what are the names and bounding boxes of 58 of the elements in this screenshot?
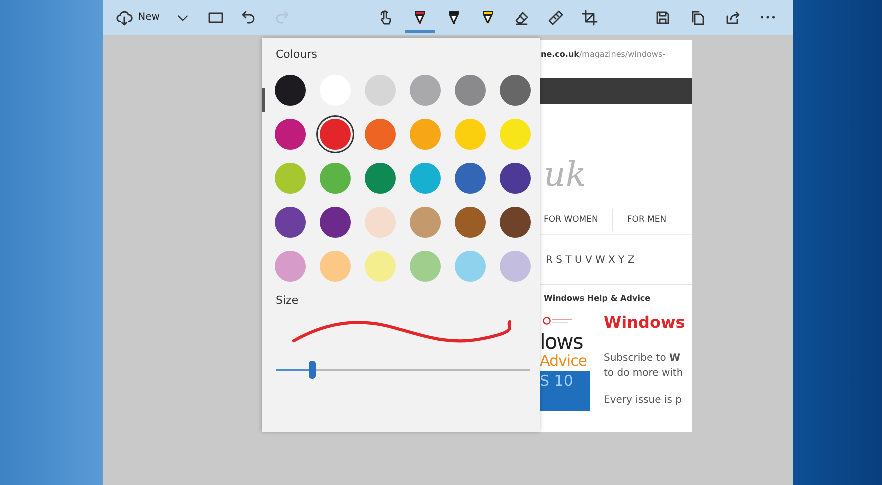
nav-link[interactable]: FOR WOMEN [544,215,598,225]
redo-icon [274,10,290,26]
cover-subtitle: Advice [540,353,588,369]
eraser-icon [514,10,530,26]
selection-indicator [262,88,265,112]
colour-swatch[interactable] [500,207,531,238]
colour-swatch[interactable] [365,251,396,282]
colour-swatch[interactable] [320,251,351,282]
colour-swatch[interactable] [410,207,441,238]
colour-swatch[interactable] [455,75,486,106]
save-icon [655,10,671,26]
cover-title: lows [540,331,584,353]
colour-swatch[interactable] [275,75,306,106]
nav-link[interactable]: FOR MEN [627,215,667,225]
panel-heading: Colours [275,47,318,61]
section-heading: Windows Help & Advice [543,293,652,303]
touch-writing-icon [378,10,394,26]
colour-swatch[interactable] [455,207,486,238]
new-button[interactable]: New [111,2,165,32]
colour-swatch[interactable] [275,251,306,282]
colour-swatch[interactable] [455,163,486,194]
colour-swatch[interactable] [500,119,531,150]
colour-swatch[interactable] [365,119,396,150]
cover-banner: S 10 [540,371,590,411]
colour-swatch[interactable] [365,207,396,238]
colour-swatch[interactable] [320,119,351,150]
new-snip-icon [116,9,134,26]
ruler-icon [548,10,564,26]
copy-icon [690,10,706,26]
colour-swatch[interactable] [275,207,306,238]
body-text: to do more with [604,367,684,381]
colour-swatch[interactable] [500,251,531,282]
crop-icon [582,10,598,26]
undo-icon [241,10,257,26]
colour-swatch[interactable] [410,75,441,106]
colour-swatch[interactable] [275,163,306,194]
colour-swatch[interactable] [365,75,396,106]
size-slider[interactable] [276,361,530,379]
colour-swatch[interactable] [320,163,351,194]
colour-swatch[interactable] [410,163,441,194]
headline: Windows [604,313,686,333]
address-text: ne.co.uk/magazines/windows- [540,49,667,61]
share-icon [725,10,741,26]
colour-swatch[interactable] [410,119,441,150]
colour-swatch[interactable] [320,207,351,238]
colour-swatch[interactable] [500,75,531,106]
colour-swatch[interactable] [500,163,531,194]
body-text: Every issue is p [604,394,683,408]
colour-swatch[interactable] [365,163,396,194]
colour-swatch[interactable] [455,251,486,282]
panel-heading: Size [275,293,300,307]
body-text: Subscribe to W [604,352,682,366]
colour-swatch[interactable] [455,119,486,150]
more-icon [761,16,775,19]
site-logo-text: uk [543,154,588,196]
colour-swatch[interactable] [410,251,441,282]
publisher-logo-icon [543,317,573,325]
colour-swatch[interactable] [275,119,306,150]
